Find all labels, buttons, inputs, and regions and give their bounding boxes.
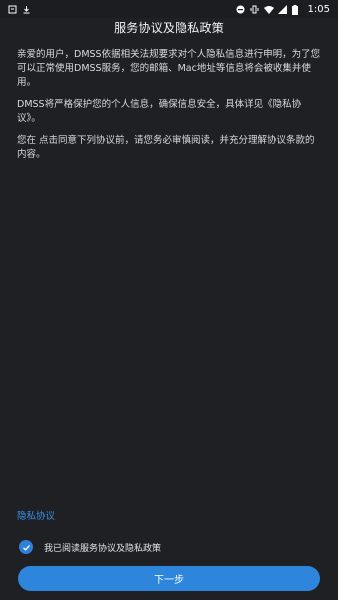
notification-icon bbox=[8, 5, 17, 14]
signal-icon bbox=[277, 4, 287, 14]
agreement-content: 亲爱的用户，DMSS依据相关法规要求对个人隐私信息进行申明，为了您可以正常使用D… bbox=[17, 48, 321, 170]
agreement-paragraph: 您在 点击同意下列协议前，请您务必审慎阅读，并充分理解协议条款的内容。 bbox=[17, 135, 315, 160]
status-bar: 1:05 bbox=[0, 0, 338, 18]
download-icon bbox=[22, 5, 31, 14]
next-button[interactable]: 下一步 bbox=[18, 566, 320, 591]
privacy-agreement-link[interactable]: 隐私协议 bbox=[17, 508, 55, 522]
status-time: 1:05 bbox=[307, 3, 330, 15]
status-left bbox=[8, 5, 31, 14]
do-not-disturb-icon bbox=[236, 5, 245, 14]
agree-label: 我已阅读服务协议及隐私政策 bbox=[44, 543, 162, 554]
status-right: 1:05 bbox=[236, 4, 330, 15]
agree-checkbox-row[interactable]: 我已阅读服务协议及隐私政策 bbox=[19, 540, 161, 554]
checkmark-icon bbox=[22, 544, 30, 551]
agree-checkbox[interactable] bbox=[19, 540, 33, 554]
agreement-paragraph: DMSS将严格保护您的个人信息，确保信息安全，具体详见《隐私协议》。 bbox=[17, 99, 302, 124]
agreement-paragraph: 亲爱的用户，DMSS依据相关法规要求对个人隐私信息进行申明，为了您可以正常使用D… bbox=[17, 49, 321, 88]
wifi-icon bbox=[263, 5, 274, 14]
vibrate-icon bbox=[250, 5, 259, 14]
page-title: 服务协议及隐私政策 bbox=[114, 21, 224, 35]
battery-icon bbox=[291, 4, 301, 15]
